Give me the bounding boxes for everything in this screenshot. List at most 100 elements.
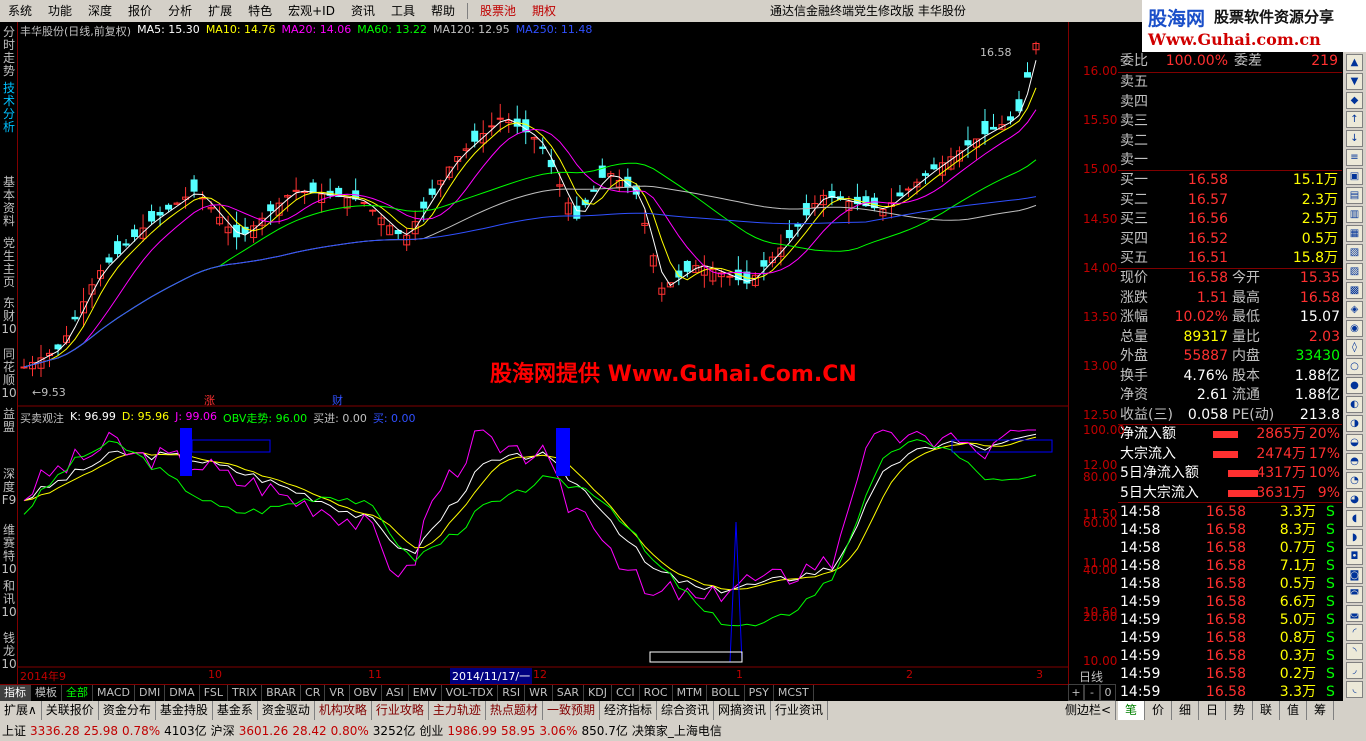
menu-item-1[interactable]: 功能 (40, 0, 80, 22)
indicator-tab-15[interactable]: RSI (498, 685, 526, 701)
indicator-tab-0[interactable]: 指标 (0, 685, 31, 701)
quote-tab-6[interactable]: 值 (1280, 701, 1307, 720)
func-btn-6[interactable]: 机构攻略 (315, 701, 372, 720)
chart-area[interactable]: 16.58 ←9.53 涨 财 丰华股份(日线,前复权) MA5: 15.30 MA1… (18, 22, 1068, 684)
indicator-tab-11[interactable]: OBV (350, 685, 382, 701)
tool-icon[interactable]: ◛ (1346, 605, 1363, 622)
menu-item-5[interactable]: 扩展 (200, 0, 240, 22)
func-btn-7[interactable]: 行业攻略 (372, 701, 429, 720)
tool-icon[interactable]: ▩ (1346, 282, 1363, 299)
indicator-tab-3[interactable]: MACD (93, 685, 135, 701)
indicator-tab-7[interactable]: TRIX (228, 685, 263, 701)
tool-icon[interactable]: ◑ (1346, 415, 1363, 432)
tool-icon[interactable]: ◒ (1346, 434, 1363, 451)
menu-item-10[interactable]: 帮助 (423, 0, 463, 22)
indicator-tab-18[interactable]: KDJ (584, 685, 612, 701)
quote-tab-7[interactable]: 筹 (1307, 701, 1334, 720)
menu-item-7[interactable]: 宏观+ID (280, 0, 343, 22)
tool-icon[interactable]: ◓ (1346, 453, 1363, 470)
indicator-tab-20[interactable]: ROC (640, 685, 673, 701)
quote-tab-0[interactable]: 笔 (1118, 701, 1145, 720)
tool-icon[interactable]: ◟ (1346, 681, 1363, 698)
tool-icon[interactable]: ◊ (1346, 339, 1363, 356)
side-toggle[interactable]: 侧边栏< (1061, 701, 1116, 720)
tool-icon[interactable]: ◕ (1346, 491, 1363, 508)
indicator-tab-1[interactable]: 模板 (31, 685, 62, 701)
indicator-tab-9[interactable]: CR (301, 685, 326, 701)
menu-red-item-1[interactable]: 期权 (524, 0, 564, 22)
tool-icon[interactable]: ≡ (1346, 149, 1363, 166)
func-btn-11[interactable]: 经济指标 (600, 701, 657, 720)
func-btn-3[interactable]: 基金持股 (156, 701, 213, 720)
tool-icon[interactable]: ◉ (1346, 320, 1363, 337)
left-tab-2[interactable]: 基本资料 (1, 176, 17, 228)
indicator-tab-5[interactable]: DMA (165, 685, 200, 701)
quote-tab-1[interactable]: 价 (1145, 701, 1172, 720)
menu-item-2[interactable]: 深度 (80, 0, 120, 22)
zoom-btn-2[interactable]: 0 (1100, 684, 1116, 701)
menu-item-4[interactable]: 分析 (160, 0, 200, 22)
indicator-tab-10[interactable]: VR (325, 685, 350, 701)
indicator-tab-19[interactable]: CCI (612, 685, 640, 701)
tool-icon[interactable]: ◙ (1346, 567, 1363, 584)
indicator-tab-4[interactable]: DMI (135, 685, 166, 701)
tool-icon[interactable]: ▼ (1346, 73, 1363, 90)
tool-icon[interactable]: ↑ (1346, 111, 1363, 128)
func-btn-2[interactable]: 资金分布 (99, 701, 156, 720)
kline-chart-svg[interactable]: 16.58 ←9.53 涨 财 (18, 22, 1068, 684)
indicator-tab-23[interactable]: PSY (745, 685, 774, 701)
left-tab-8[interactable]: 维赛特10 (1, 524, 17, 576)
tool-icon[interactable]: ● (1346, 377, 1363, 394)
left-tab-5[interactable]: 同花顺10 (1, 348, 17, 400)
indicator-tab-16[interactable]: WR (525, 685, 553, 701)
func-btn-12[interactable]: 综合资讯 (657, 701, 714, 720)
menu-item-0[interactable]: 系统 (0, 0, 40, 22)
quote-tab-3[interactable]: 日 (1199, 701, 1226, 720)
left-tab-4[interactable]: 东财10 (1, 297, 17, 336)
tool-icon[interactable]: ▥ (1346, 206, 1363, 223)
menu-item-6[interactable]: 特色 (240, 0, 280, 22)
zoom-btn-0[interactable]: + (1068, 684, 1084, 701)
left-tab-6[interactable]: 益盟 (1, 408, 17, 434)
tool-icon[interactable]: ▤ (1346, 187, 1363, 204)
tool-icon[interactable]: ○ (1346, 358, 1363, 375)
left-tab-9[interactable]: 和讯10 (1, 580, 17, 619)
tool-icon[interactable]: ◐ (1346, 396, 1363, 413)
func-btn-13[interactable]: 网摘资讯 (714, 701, 771, 720)
tool-icon[interactable]: ◖ (1346, 510, 1363, 527)
tool-icon[interactable]: ▦ (1346, 225, 1363, 242)
quote-tab-5[interactable]: 联 (1253, 701, 1280, 720)
indicator-tab-21[interactable]: MTM (673, 685, 708, 701)
func-btn-0[interactable]: 扩展∧ (0, 701, 42, 720)
left-tab-3[interactable]: 党生主页 (1, 237, 17, 289)
indicator-tab-17[interactable]: SAR (553, 685, 585, 701)
func-btn-8[interactable]: 主力轨迹 (429, 701, 486, 720)
tool-icon[interactable]: ◞ (1346, 662, 1363, 679)
indicator-tab-12[interactable]: ASI (382, 685, 409, 701)
menu-red-item-0[interactable]: 股票池 (472, 0, 524, 22)
func-btn-5[interactable]: 资金驱动 (258, 701, 315, 720)
tool-icon[interactable]: ◈ (1346, 301, 1363, 318)
indicator-tab-8[interactable]: BRAR (262, 685, 302, 701)
tool-icon[interactable]: ▧ (1346, 244, 1363, 261)
indicator-tab-6[interactable]: FSL (200, 685, 228, 701)
indicator-tab-24[interactable]: MCST (774, 685, 814, 701)
zoom-btn-1[interactable]: - (1084, 684, 1100, 701)
tool-icon[interactable]: ◘ (1346, 548, 1363, 565)
menu-item-3[interactable]: 报价 (120, 0, 160, 22)
tool-icon[interactable]: ▣ (1346, 168, 1363, 185)
quote-tab-4[interactable]: 势 (1226, 701, 1253, 720)
func-btn-9[interactable]: 热点题材 (486, 701, 543, 720)
tool-icon[interactable]: ◚ (1346, 586, 1363, 603)
indicator-tab-13[interactable]: EMV (409, 685, 442, 701)
indicator-tab-14[interactable]: VOL-TDX (442, 685, 499, 701)
menu-item-8[interactable]: 资讯 (343, 0, 383, 22)
tool-icon[interactable]: ↓ (1346, 130, 1363, 147)
tool-icon[interactable]: ▨ (1346, 263, 1363, 280)
indicator-tab-2[interactable]: 全部 (62, 685, 93, 701)
indicator-tab-22[interactable]: BOLL (707, 685, 745, 701)
tool-icon[interactable]: ▲ (1346, 54, 1363, 71)
left-tab-1[interactable]: 技术分析 (1, 82, 17, 134)
func-btn-10[interactable]: 一致预期 (543, 701, 600, 720)
quote-tab-2[interactable]: 细 (1172, 701, 1199, 720)
